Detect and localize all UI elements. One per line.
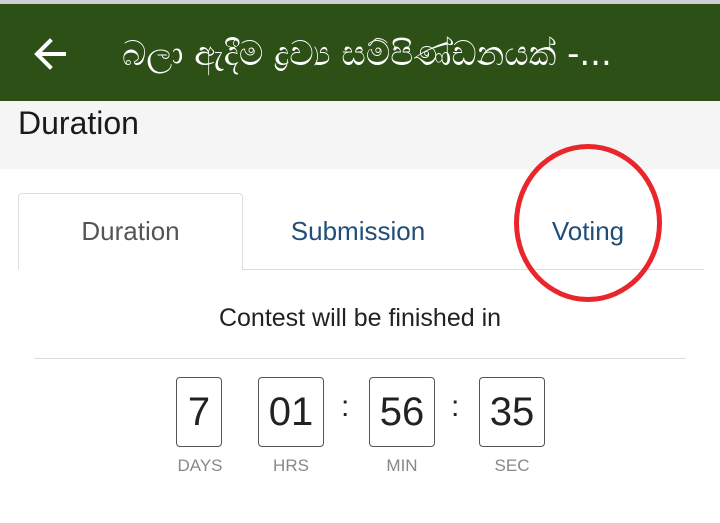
countdown-message: Contest will be finished in — [218, 304, 502, 332]
tab-submission[interactable]: Submission — [243, 193, 473, 270]
minutes-label: MIN — [386, 456, 418, 475]
tab-duration[interactable]: Duration — [18, 193, 243, 270]
minutes-value: 56 — [369, 377, 435, 447]
colon-separator: : — [341, 390, 350, 423]
app-bar: බලා ඇදීම ද්‍රව්‍ය සම්පිණ්ඩනයක් -... — [0, 4, 720, 101]
days-label: DAYS — [177, 456, 223, 475]
days-value: 7 — [176, 377, 222, 447]
hours-label: HRS — [273, 456, 309, 475]
arrow-left-icon[interactable] — [30, 34, 70, 74]
seconds-label: SEC — [494, 456, 530, 475]
colon-separator: : — [451, 390, 460, 423]
hours-value: 01 — [258, 377, 324, 447]
annotation-circle — [514, 144, 662, 302]
section-title: Duration — [18, 105, 139, 141]
app-title: බලා ඇදීම ද්‍රව්‍ය සම්පිණ්ඩනයක් -... — [122, 34, 612, 74]
divider — [34, 358, 686, 359]
seconds-value: 35 — [479, 377, 545, 447]
